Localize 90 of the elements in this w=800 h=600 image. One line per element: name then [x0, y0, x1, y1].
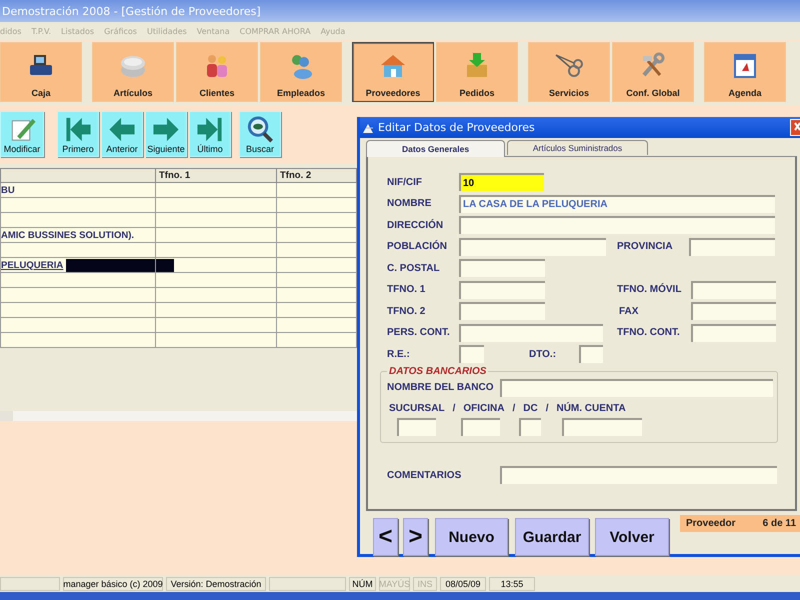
field-label: PERS. CONT. — [387, 327, 451, 338]
input-field[interactable] — [500, 378, 773, 397]
arrow-right-icon — [151, 115, 181, 144]
module-button[interactable]: Servicios — [528, 42, 610, 102]
toolbar-button[interactable]: Último — [189, 111, 231, 157]
input-field[interactable] — [689, 238, 775, 256]
module-button[interactable]: Clientes — [176, 42, 258, 102]
input-field[interactable] — [459, 259, 545, 278]
dialog-title: Editar Datos de Proveedores — [378, 121, 535, 134]
field-label: NOMBRE — [387, 198, 432, 210]
tab[interactable]: Artículos Suministrados — [507, 140, 648, 155]
field-label: TFNO. 2 — [387, 306, 426, 317]
input-field[interactable] — [459, 302, 545, 320]
window-title: Demostración 2008 - [Gestión de Proveedores] — [2, 4, 261, 18]
status-field: NÚM — [349, 576, 376, 590]
action-button[interactable]: Guardar — [515, 518, 589, 556]
input-field[interactable] — [519, 418, 541, 436]
record-label: Proveedor — [686, 518, 736, 529]
nav-button[interactable]: > — [403, 518, 428, 556]
status-field: Versión: Demostración — [166, 576, 266, 590]
field-label: / — [452, 403, 456, 414]
field-label: NIF/CIF — [387, 176, 423, 188]
app-icon — [362, 122, 374, 134]
nav-button[interactable]: < — [373, 518, 398, 556]
record-position: 6 de 11 — [762, 518, 796, 529]
toolbar-button[interactable]: Siguiente — [145, 111, 187, 157]
tab[interactable]: Datos Generales — [366, 140, 505, 157]
field-label: NÚM. CUENTA — [556, 403, 626, 414]
field-label: C. POSTAL — [387, 262, 441, 274]
column-header[interactable]: Tfno. 1 — [156, 168, 276, 182]
input-field[interactable] — [691, 280, 776, 299]
table-cell: PELUQUERIA — [0, 258, 156, 272]
module-button[interactable]: Artículos — [92, 42, 174, 102]
action-button[interactable]: Nuevo — [435, 518, 508, 556]
column-header[interactable]: Tfno. 2 — [276, 168, 356, 182]
field-label: DC — [523, 403, 538, 414]
field-label: TFNO. MÓVIL — [617, 284, 682, 296]
module-button[interactable]: Caja — [0, 42, 82, 102]
field-label: PROVINCIA — [617, 241, 674, 252]
status-field: manager básico (c) 2009 — [63, 576, 163, 590]
status-field — [0, 576, 60, 590]
status-field: 13:55 — [489, 576, 535, 590]
arrow-left-icon — [107, 115, 137, 144]
input-field[interactable]: LA CASA DE LA PELUQUERIA — [459, 194, 775, 213]
close-button[interactable] — [790, 119, 800, 136]
action-button[interactable]: Volver — [595, 518, 669, 556]
field-label: / — [512, 403, 516, 414]
close-icon — [792, 120, 800, 133]
input-field[interactable] — [459, 324, 603, 342]
module-button[interactable]: Empleados — [260, 42, 342, 102]
field-label: OFICINA — [463, 403, 504, 414]
field-label: DIRECCIÓN — [387, 220, 444, 231]
toolbar-button[interactable]: Anterior — [101, 111, 143, 157]
module-button[interactable]: Proveedores — [352, 42, 434, 102]
status-field: 08/05/09 — [440, 576, 486, 590]
field-label: SUCURSAL — [389, 403, 445, 414]
field-label: FAX — [619, 306, 640, 317]
field-label: COMENTARIOS — [387, 470, 462, 481]
input-field[interactable] — [459, 238, 606, 256]
field-label: DTO.: — [529, 348, 558, 360]
module-button[interactable]: Agenda — [704, 42, 786, 102]
status-field: MAYÚS — [379, 576, 410, 590]
field-label: R.E.: — [387, 348, 411, 360]
field-label: / — [546, 403, 548, 414]
status-field: INS — [413, 576, 437, 590]
field-label: TFNO. CONT. — [617, 327, 681, 338]
group-title: DATOS BANCARIOS — [387, 366, 488, 376]
search-icon — [245, 115, 275, 144]
table-cell: AMIC BUSSINES SOLUTION). — [0, 228, 156, 242]
module-button[interactable]: Conf. Global — [612, 42, 694, 102]
input-field[interactable] — [500, 466, 777, 484]
input-field[interactable] — [691, 302, 776, 320]
input-field[interactable] — [459, 280, 545, 299]
input-field[interactable]: 10 — [459, 173, 544, 192]
scrollbar[interactable] — [0, 411, 360, 421]
toolbar-button[interactable]: Primero — [57, 111, 99, 157]
input-field[interactable] — [579, 345, 603, 364]
table-cell: BU — [0, 182, 156, 198]
input-field[interactable] — [461, 418, 500, 436]
input-field[interactable] — [459, 345, 484, 364]
input-field[interactable] — [691, 324, 776, 342]
input-field[interactable] — [397, 418, 436, 436]
field-label: POBLACIÓN — [387, 241, 448, 252]
input-field[interactable] — [459, 216, 775, 234]
toolbar-button[interactable]: Buscar — [239, 111, 281, 157]
field-label: NOMBRE DEL BANCO — [387, 382, 494, 394]
module-button[interactable]: Pedidos — [436, 42, 518, 102]
toolbar-button[interactable]: Modificar — [0, 111, 44, 157]
field-label: TFNO. 1 — [387, 284, 426, 296]
input-field[interactable] — [562, 418, 642, 436]
